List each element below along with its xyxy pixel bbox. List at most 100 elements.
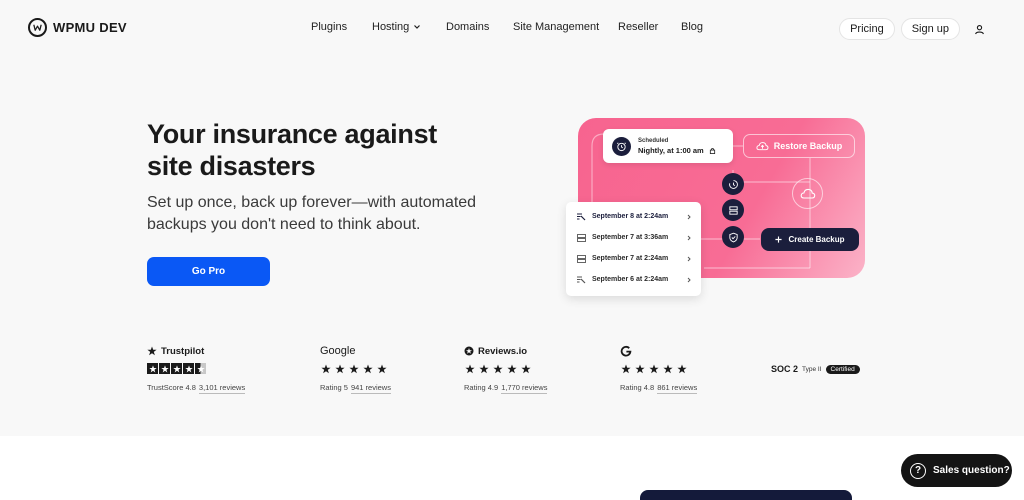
reviewsio-stars bbox=[464, 363, 547, 375]
star-icon bbox=[478, 363, 489, 374]
hosting-backup-icon bbox=[576, 275, 586, 285]
star-icon bbox=[464, 363, 475, 374]
next-section bbox=[0, 436, 1024, 500]
brand-name: WPMU DEV bbox=[53, 20, 127, 35]
nav-label: Blog bbox=[681, 21, 704, 33]
review-brand-name: Trustpilot bbox=[161, 345, 205, 357]
plus-icon bbox=[775, 236, 783, 243]
chevron-right-icon bbox=[687, 214, 691, 219]
soc2-name: SOC 2 bbox=[771, 364, 799, 374]
star-icon bbox=[348, 363, 359, 374]
g2-stars bbox=[620, 363, 697, 375]
chevron-right-icon bbox=[687, 277, 691, 282]
star-icon bbox=[334, 363, 345, 374]
nav-item-hosting[interactable]: Hosting bbox=[372, 21, 421, 33]
review-brand: Trustpilot bbox=[147, 344, 245, 358]
review-brand: Reviews.io bbox=[464, 344, 547, 358]
review-score: Rating 4.8 bbox=[620, 383, 655, 392]
soc2-type: Type II bbox=[802, 365, 822, 373]
pricing-button[interactable]: Pricing bbox=[839, 18, 895, 40]
backup-date: September 7 at 2:24am bbox=[592, 255, 669, 262]
hero-title: Your insurance against site disasters bbox=[147, 119, 437, 181]
star-icon bbox=[362, 363, 373, 374]
review-score: Rating 5 bbox=[320, 383, 348, 392]
star-icon bbox=[520, 363, 531, 374]
review-brand-name: Reviews.io bbox=[478, 345, 528, 357]
clock-icon bbox=[612, 136, 631, 156]
star-icon bbox=[648, 363, 659, 374]
review-count[interactable]: 861 reviews bbox=[657, 383, 698, 394]
review-meta: Rating 5 941 reviews bbox=[320, 383, 391, 394]
cloud-icon bbox=[792, 178, 823, 209]
backup-item[interactable]: September 8 at 2:24am bbox=[566, 206, 701, 227]
schedule-card[interactable]: Scheduled Nightly, at 1:00 am bbox=[603, 129, 733, 163]
nav-label: Plugins bbox=[311, 21, 348, 33]
trustpilot-stars bbox=[147, 363, 245, 375]
star-icon bbox=[662, 363, 673, 374]
nav-item-site-management[interactable]: Site Management bbox=[513, 21, 599, 33]
chevron-right-icon bbox=[687, 256, 691, 261]
review-brand-name: Google bbox=[320, 345, 356, 357]
review-count[interactable]: 941 reviews bbox=[350, 383, 391, 394]
lock-icon bbox=[709, 147, 715, 154]
soc2-badge: SOC 2 Type II Certified bbox=[771, 364, 860, 374]
review-g2[interactable]: Rating 4.8 861 reviews bbox=[620, 344, 698, 394]
star-icon bbox=[183, 363, 194, 374]
star-icon bbox=[171, 363, 182, 374]
backup-list: September 8 at 2:24am September 7 at 3:3… bbox=[566, 202, 701, 296]
nav-label: Reseller bbox=[618, 21, 659, 33]
review-meta: Rating 4.8 861 reviews bbox=[620, 383, 698, 394]
backup-date: September 8 at 2:24am bbox=[592, 213, 669, 220]
review-google[interactable]: Google Rating 5 941 reviews bbox=[320, 344, 391, 394]
schedule-text: Scheduled Nightly, at 1:00 am bbox=[638, 138, 716, 155]
star-icon bbox=[147, 363, 158, 374]
go-pro-button[interactable]: Go Pro bbox=[147, 257, 270, 286]
sales-chat-label: Sales question? bbox=[933, 465, 1010, 476]
review-brand: Google bbox=[320, 344, 391, 358]
star-icon bbox=[634, 363, 645, 374]
nav-label: Site Management bbox=[513, 21, 600, 33]
review-meta: TrustScore 4.8 3,101 reviews bbox=[147, 383, 246, 394]
chevron-right-icon bbox=[687, 235, 691, 240]
restore-label: Restore Backup bbox=[773, 141, 843, 151]
nav-item-reseller[interactable]: Reseller bbox=[618, 21, 658, 33]
half-star-icon bbox=[195, 363, 206, 374]
hero-subtitle: Set up once, back up forever—with automa… bbox=[147, 194, 477, 233]
google-stars bbox=[320, 363, 391, 375]
restore-backup-button[interactable]: Restore Backup bbox=[743, 134, 855, 158]
create-backup-button[interactable]: Create Backup bbox=[761, 228, 859, 251]
schedule-value-text: Nightly, at 1:00 am bbox=[638, 145, 704, 155]
schedule-label: Scheduled bbox=[638, 137, 669, 144]
g2-logo-icon bbox=[620, 345, 632, 357]
review-reviewsio[interactable]: Reviews.io Rating 4.9 1,770 reviews bbox=[464, 344, 548, 394]
backup-date: September 7 at 3:36am bbox=[592, 234, 669, 241]
review-score: TrustScore 4.8 bbox=[147, 383, 196, 392]
backup-item[interactable]: September 7 at 2:24am bbox=[566, 248, 701, 269]
create-label: Create Backup bbox=[788, 235, 845, 244]
sales-chat-button[interactable]: ? Sales question? bbox=[901, 454, 1012, 487]
signup-button[interactable]: Sign up bbox=[900, 18, 960, 40]
user-icon[interactable] bbox=[970, 20, 988, 38]
nav-item-domains[interactable]: Domains bbox=[446, 21, 489, 33]
nav-item-plugins[interactable]: Plugins bbox=[311, 21, 347, 33]
nav-label: Hosting bbox=[372, 21, 410, 33]
server-icon bbox=[576, 254, 586, 264]
review-trustpilot[interactable]: Trustpilot TrustScore 4.8 3,101 reviews bbox=[147, 344, 246, 394]
storage-icon bbox=[722, 199, 744, 221]
star-icon bbox=[159, 363, 170, 374]
trustpilot-star-icon bbox=[147, 346, 157, 356]
hosting-backup-icon bbox=[576, 212, 586, 222]
backup-item[interactable]: September 7 at 3:36am bbox=[566, 227, 701, 248]
header-actions: Pricing Sign up bbox=[839, 18, 988, 40]
brand-logo[interactable]: WPMU DEV bbox=[28, 18, 127, 37]
server-icon bbox=[576, 233, 586, 243]
site-header: WPMU DEV Plugins Hosting Domains Site Ma… bbox=[0, 0, 1024, 58]
nav-item-blog[interactable]: Blog bbox=[681, 21, 703, 33]
review-count[interactable]: 1,770 reviews bbox=[501, 383, 548, 394]
nav-label: Domains bbox=[446, 21, 490, 33]
next-section-panel bbox=[640, 490, 852, 500]
refresh-clock-icon bbox=[722, 173, 744, 195]
review-count[interactable]: 3,101 reviews bbox=[198, 383, 246, 394]
backup-item[interactable]: September 6 at 2:24am bbox=[566, 269, 701, 290]
review-meta: Rating 4.9 1,770 reviews bbox=[464, 383, 548, 394]
